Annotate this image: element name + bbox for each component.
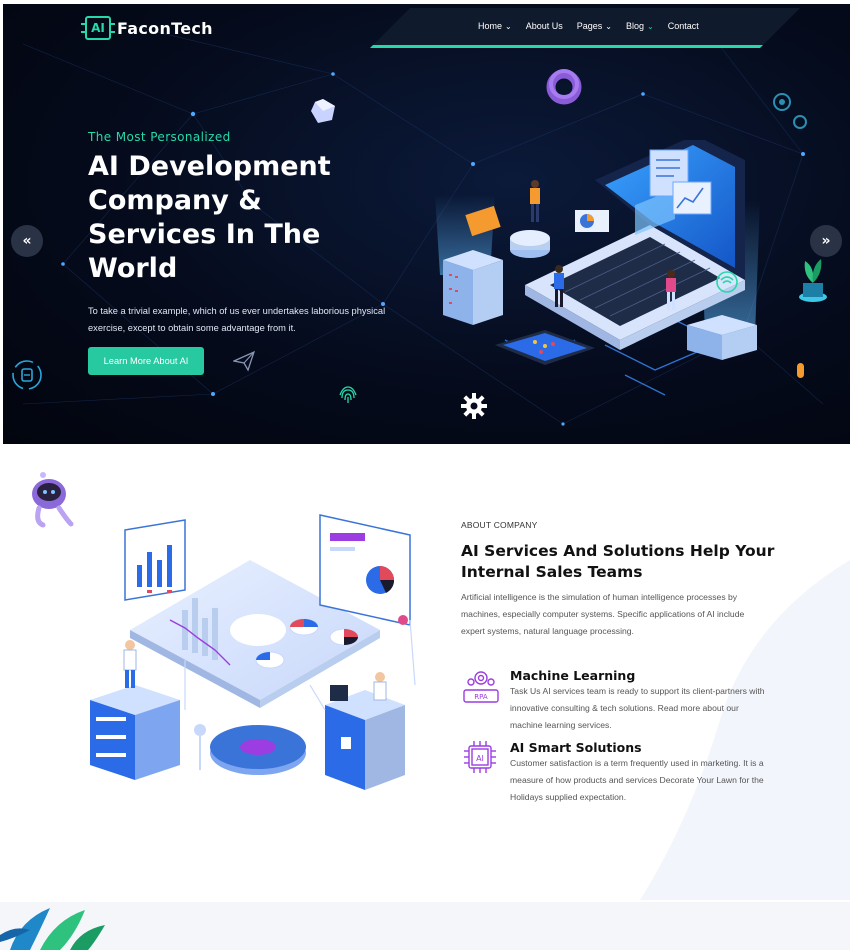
bubbles-decoration-icon xyxy=(773,93,807,129)
nav-label: About Us xyxy=(525,21,563,31)
rpa-label: RPA xyxy=(474,693,488,701)
feature-description: Task Us AI services team is ready to sup… xyxy=(510,686,765,730)
ai-label: AI xyxy=(476,754,484,763)
nav-item-pages[interactable]: Pages ⌄ xyxy=(577,21,612,31)
logo-text: FaconTech xyxy=(117,18,213,38)
cube-decoration-icon xyxy=(311,99,335,123)
ai-chip-logo-icon: AI xyxy=(81,16,115,40)
ai-laptop-illustration xyxy=(435,140,760,396)
hero-subtitle: The Most Personalized xyxy=(88,130,231,144)
shield-scan-icon xyxy=(12,360,42,390)
robot-mascot-icon xyxy=(32,472,74,528)
ai-chip-icon: AI xyxy=(464,741,496,773)
nav-item-home[interactable]: Home ⌄ xyxy=(478,21,512,31)
chevron-down-icon: ⌄ xyxy=(605,21,612,31)
nav-label: Blog xyxy=(625,21,644,31)
chevron-down-icon: ⌄ xyxy=(647,21,654,31)
feature-title: AI Smart Solutions xyxy=(510,740,642,755)
nav-label: Pages xyxy=(576,21,603,31)
hero-description: To take a trivial example, which of us e… xyxy=(88,306,386,333)
nav-item-blog[interactable]: Blog ⌄ xyxy=(626,21,654,31)
logo-mark-text: AI xyxy=(91,21,105,35)
torus-decoration-icon xyxy=(546,69,582,105)
nav-label: Home xyxy=(478,21,503,31)
leaves-decoration-icon xyxy=(0,908,105,950)
learn-more-button[interactable]: Learn More About AI xyxy=(88,347,204,375)
ai-dashboard-illustration xyxy=(90,514,416,790)
feature-description: Customer satisfaction is a term frequent… xyxy=(510,758,764,802)
plant-hologram-icon xyxy=(799,259,827,302)
nav-item-about-us[interactable]: About Us xyxy=(526,21,563,31)
hero-title: AI Development Company & Services In The… xyxy=(88,151,331,284)
capsule-decoration-icon xyxy=(797,363,804,378)
feature-title: Machine Learning xyxy=(510,668,636,683)
main-navigation: Home ⌄ About Us Pages ⌄ Blog ⌄ Contact xyxy=(478,21,713,31)
slider-next-button[interactable]: » xyxy=(810,225,842,257)
slider-prev-button[interactable]: « xyxy=(11,225,43,257)
nav-label: Contact xyxy=(667,21,699,31)
gear-rpa-icon: RPA xyxy=(463,671,499,703)
section-tag: ABOUT COMPANY xyxy=(461,520,538,530)
about-description: Artificial intelligence is the simulatio… xyxy=(461,592,745,636)
nav-item-contact[interactable]: Contact xyxy=(668,21,699,31)
next-section-band xyxy=(0,902,850,950)
site-logo[interactable]: AI FaconTech xyxy=(81,16,213,40)
about-title: AI Services And Solutions Help Your Inte… xyxy=(461,542,775,581)
chevron-down-icon: ⌄ xyxy=(505,21,512,31)
fingerprint-icon xyxy=(339,386,357,403)
paper-plane-icon xyxy=(233,350,255,372)
